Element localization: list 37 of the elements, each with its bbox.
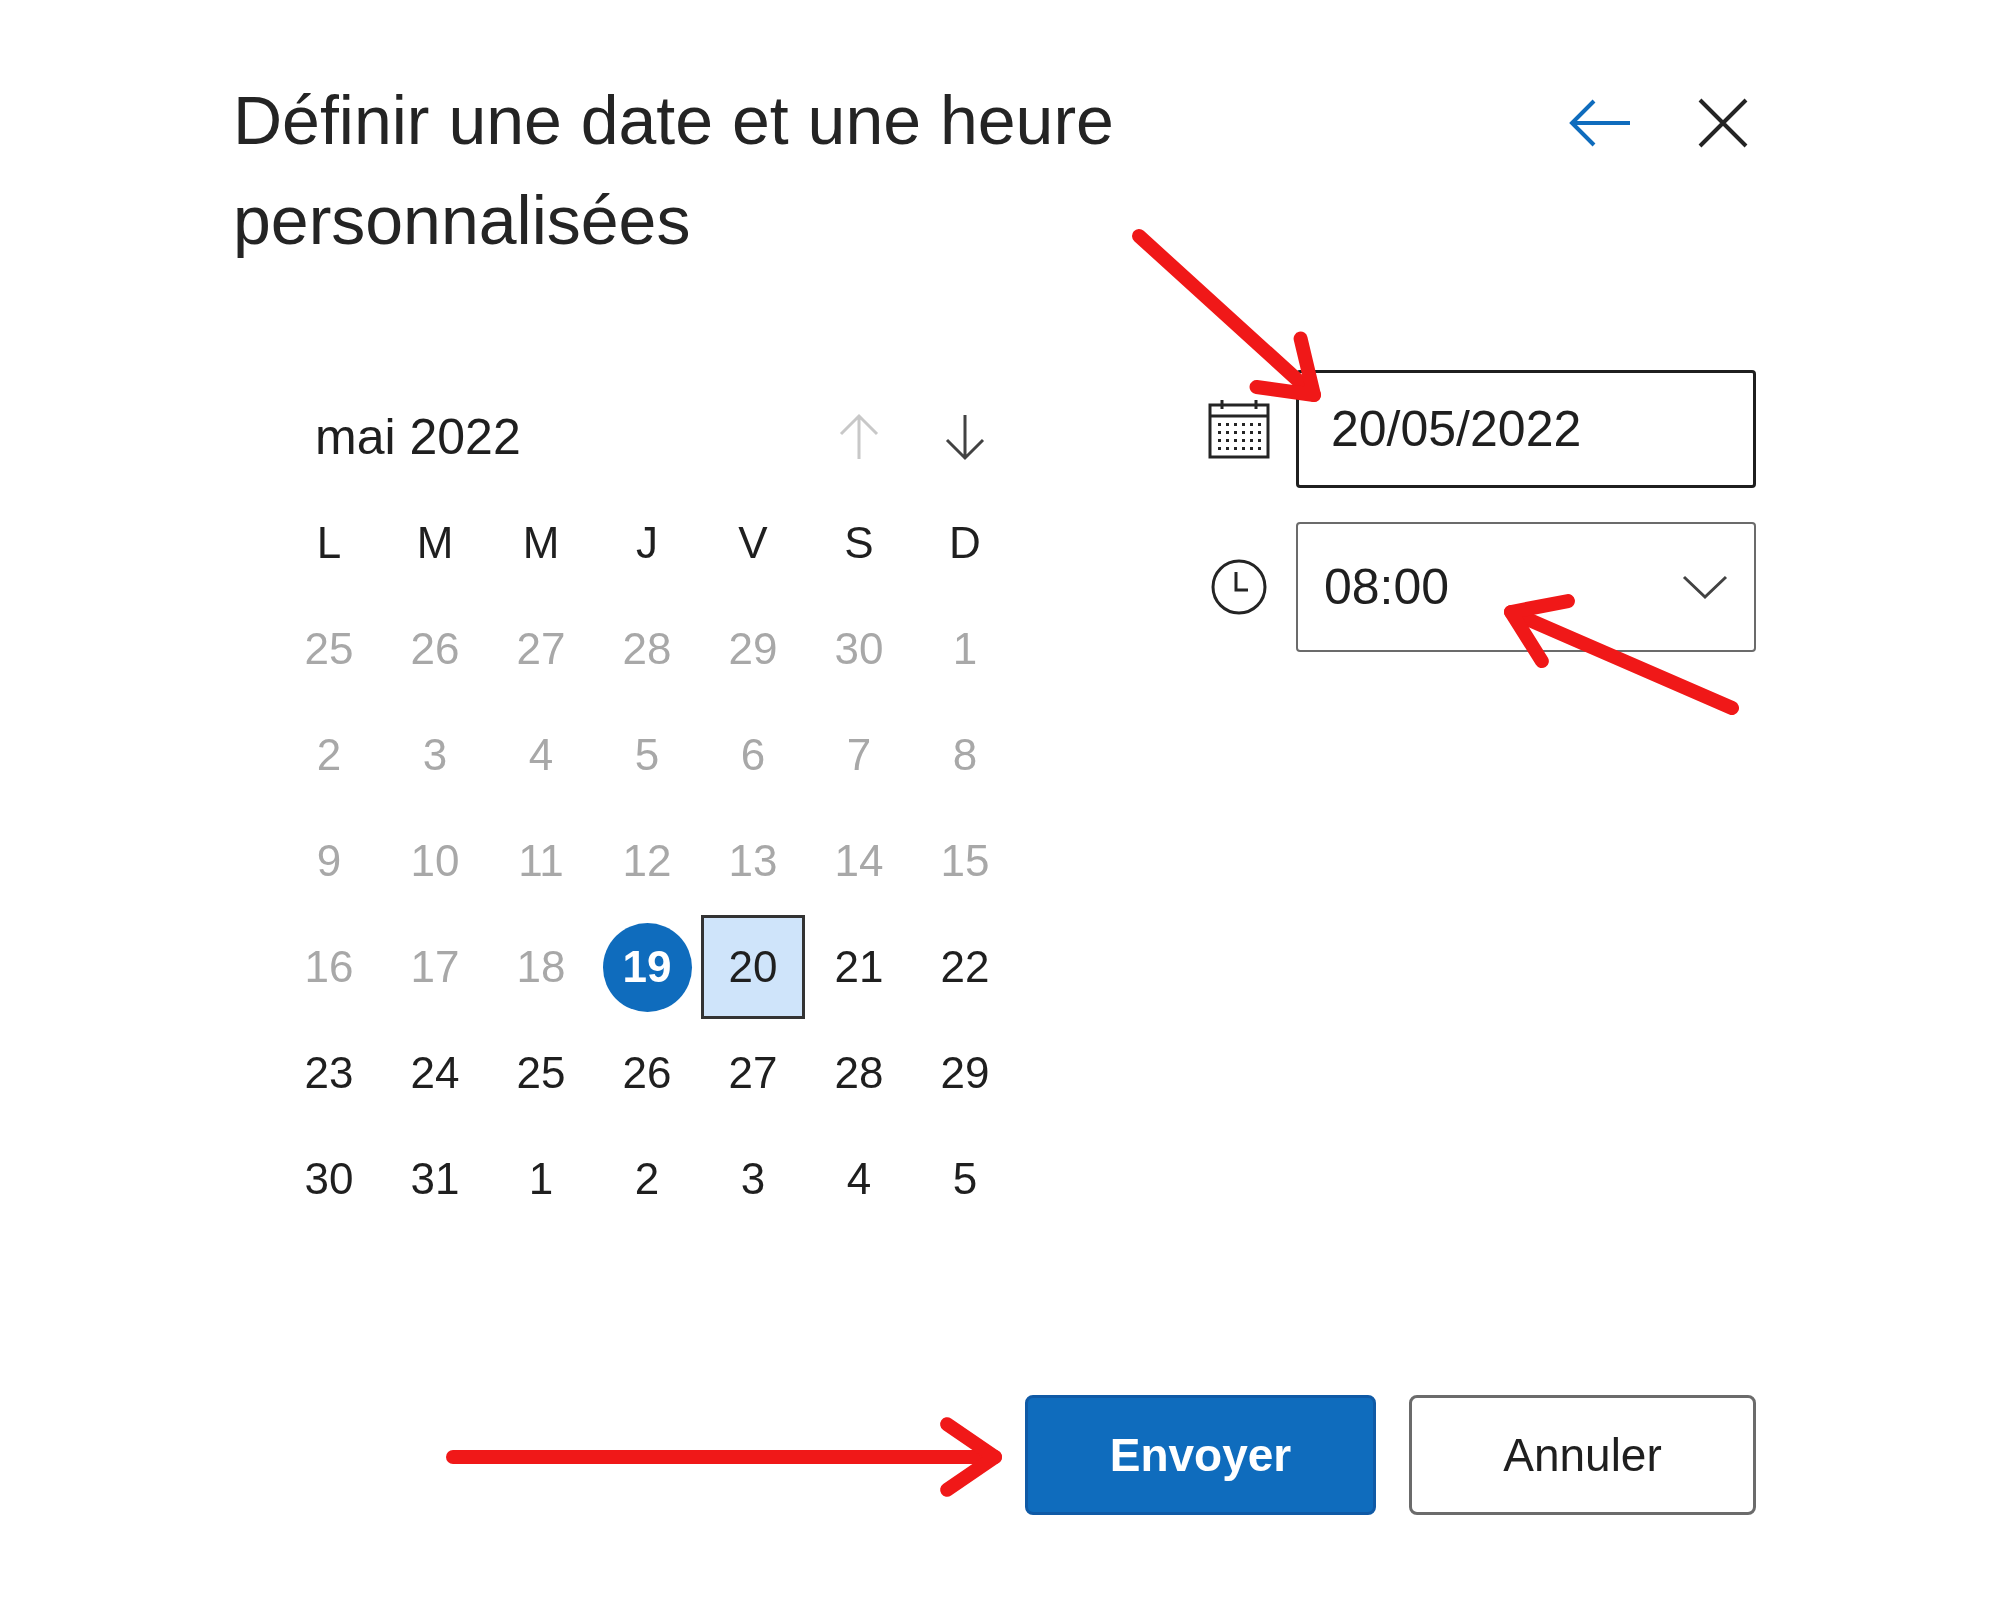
calendar-day[interactable]: 2 [595, 1127, 699, 1231]
calendar-day[interactable]: 20 [701, 915, 805, 1019]
calendar-day[interactable]: 28 [807, 1021, 911, 1125]
calendar-day[interactable]: 5 [913, 1127, 1017, 1231]
back-arrow-icon [1568, 98, 1632, 148]
up-arrow-icon [839, 413, 879, 461]
calendar-day[interactable]: 19 [602, 922, 692, 1012]
calendar-day[interactable]: 29 [913, 1021, 1017, 1125]
calendar-day[interactable]: 26 [595, 1021, 699, 1125]
date-field[interactable]: 20/05/2022 [1296, 370, 1756, 488]
month-label: mai 2022 [314, 408, 522, 466]
weekday-label: D [948, 517, 982, 569]
time-dropdown[interactable]: 08:00 [1296, 522, 1756, 652]
send-button[interactable]: Envoyer [1025, 1395, 1376, 1515]
calendar-day[interactable]: 30 [277, 1127, 381, 1231]
chevron-down-icon [1682, 574, 1728, 600]
weekday-label: V [737, 517, 769, 569]
down-arrow-icon [945, 413, 985, 461]
calendar-icon [1208, 398, 1270, 460]
calendar-day[interactable]: 22 [913, 915, 1017, 1019]
weekday-label: J [635, 517, 659, 569]
close-icon [1698, 98, 1748, 148]
calendar-day[interactable]: 1 [489, 1127, 593, 1231]
dialog-title: Définir une date et une heure personnalisées [233, 81, 1115, 260]
calendar-day[interactable]: 21 [807, 915, 911, 1019]
calendar-day[interactable]: 25 [489, 1021, 593, 1125]
calendar-day[interactable]: 4 [807, 1127, 911, 1231]
calendar-day[interactable]: 24 [383, 1021, 487, 1125]
calendar-day[interactable]: 31 [383, 1127, 487, 1231]
weekday-label: S [843, 517, 875, 569]
cancel-button[interactable]: Annuler [1409, 1395, 1756, 1515]
calendar-day[interactable]: 27 [701, 1021, 805, 1125]
weekday-label: M [415, 517, 455, 569]
calendar-day[interactable]: 3 [701, 1127, 805, 1231]
weekday-label: M [521, 517, 561, 569]
weekday-label: L [315, 517, 343, 569]
calendar-day[interactable]: 23 [277, 1021, 381, 1125]
